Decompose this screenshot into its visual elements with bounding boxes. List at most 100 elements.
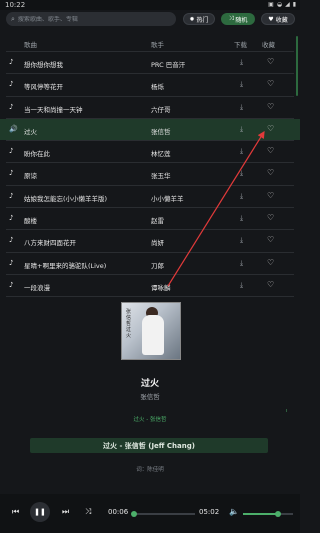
download-icon[interactable]: ⤓ bbox=[240, 236, 243, 245]
song-row[interactable]: ♪ 姑娘我怎能忘(小小懒羊羊版) 小小懒羊羊 ⤓ ♡ bbox=[0, 186, 300, 207]
download-icon[interactable]: ⤓ bbox=[240, 147, 243, 156]
fire-icon: ✹ bbox=[189, 15, 195, 23]
duration: 05:02 bbox=[199, 508, 220, 516]
song-title: 原谅 bbox=[24, 172, 37, 181]
music-note-icon: ♪ bbox=[9, 58, 14, 66]
filter-favorite-label: 收藏 bbox=[275, 16, 288, 24]
favorite-heart-icon[interactable]: ♡ bbox=[267, 258, 274, 267]
song-artist: 赵雷 bbox=[151, 217, 164, 226]
side-dot: ı bbox=[286, 408, 288, 414]
music-note-icon: ♪ bbox=[9, 169, 14, 178]
filter-hot-label: 热门 bbox=[196, 16, 209, 24]
filter-random-button[interactable]: ⤨ 随机 bbox=[221, 13, 255, 25]
speaker-icon: 🔊 bbox=[9, 124, 18, 133]
music-note-icon: ♪ bbox=[9, 102, 14, 111]
song-artist: 张信哲 bbox=[151, 127, 171, 136]
song-artist: PRC 巴音汗 bbox=[151, 61, 186, 69]
battery-icon: ▮ bbox=[292, 1, 296, 8]
favorite-heart-icon[interactable]: ♡ bbox=[267, 124, 274, 133]
song-artist: 小小懒羊羊 bbox=[151, 194, 184, 203]
favorite-heart-icon[interactable]: ♡ bbox=[267, 235, 274, 244]
download-icon[interactable]: ⤓ bbox=[240, 169, 243, 178]
music-note-icon: ♪ bbox=[9, 191, 14, 200]
now-playing-meta: 过火 - 张信哲 bbox=[133, 417, 167, 423]
download-icon[interactable]: ⤓ bbox=[240, 214, 243, 223]
music-note-icon: ♪ bbox=[9, 280, 14, 289]
favorite-heart-icon[interactable]: ♡ bbox=[267, 168, 274, 177]
header-title: 歌曲 bbox=[24, 41, 37, 49]
previous-icon[interactable]: ⏮ bbox=[12, 507, 19, 517]
song-title: 姑娘我怎能忘(小小懒羊羊版) bbox=[24, 194, 108, 203]
music-note-icon: ♪ bbox=[9, 258, 14, 267]
song-row[interactable]: ♪ 八方来财四面花开 尚妍 ⤓ ♡ bbox=[0, 230, 300, 251]
current-time: 00:06 bbox=[108, 508, 129, 516]
song-row[interactable]: ♪ 原谅 张玉华 ⤓ ♡ bbox=[0, 163, 300, 184]
album-cover: 张信哲 过火 bbox=[121, 302, 181, 360]
song-row[interactable]: ♪ 盼你在此 林忆莲 ⤓ ♡ bbox=[0, 141, 300, 162]
song-artist: 张玉华 bbox=[151, 172, 171, 181]
volume-knob[interactable] bbox=[275, 511, 281, 517]
next-icon[interactable]: ⏭ bbox=[62, 507, 69, 517]
signal-icon: ◢ bbox=[285, 1, 290, 8]
download-icon[interactable]: ⤓ bbox=[240, 103, 243, 112]
search-box[interactable]: ⌕ bbox=[6, 12, 176, 26]
song-row[interactable]: ♪ 一段浪漫 谭咏麟 ⤓ ♡ bbox=[0, 275, 300, 296]
song-artist: 林忆莲 bbox=[151, 150, 171, 159]
download-icon[interactable]: ⤓ bbox=[240, 80, 243, 89]
song-title: 当一天和尚撞一天钟 bbox=[24, 105, 83, 114]
current-lyric: 过火 - 张信哲 (Jeff Chang) bbox=[30, 438, 268, 453]
music-note-icon: ♪ bbox=[9, 147, 14, 156]
progress-slider[interactable] bbox=[131, 511, 195, 517]
favorite-heart-icon[interactable]: ♡ bbox=[267, 191, 274, 200]
favorite-heart-icon[interactable]: ♡ bbox=[267, 146, 274, 155]
download-icon[interactable]: ⤓ bbox=[240, 125, 243, 134]
download-icon[interactable]: ⤓ bbox=[240, 259, 243, 268]
row-divider bbox=[6, 296, 294, 298]
search-input[interactable] bbox=[17, 15, 168, 23]
pause-icon: ❚❚ bbox=[34, 508, 46, 516]
header-artist: 歌手 bbox=[151, 41, 164, 49]
cover-text: 张信哲 过火 bbox=[126, 309, 132, 339]
song-title: 八方来财四面花开 bbox=[24, 239, 76, 248]
favorite-heart-icon[interactable]: ♡ bbox=[267, 213, 274, 222]
song-title: 酸楼 bbox=[24, 217, 37, 226]
top-bar: ⌕ ✹ 热门 ⤨ 随机 ♥ 收藏 bbox=[0, 10, 300, 28]
download-icon[interactable]: ⤓ bbox=[240, 58, 243, 67]
favorite-heart-icon[interactable]: ♡ bbox=[267, 57, 274, 66]
song-row[interactable]: ♪ 当一天和尚撞一天钟 六仔哥 ⤓ ♡ bbox=[0, 97, 300, 118]
song-artist: 六仔哥 bbox=[151, 105, 171, 114]
song-title: 一段浪漫 bbox=[24, 283, 50, 292]
player-bar: ⏮ ❚❚ ⏭ ⤨ 00:06 05:02 🔈 bbox=[0, 494, 300, 533]
song-row[interactable]: 🔊 过火 张信哲 ⤓ ♡ bbox=[0, 118, 300, 141]
search-icon: ⌕ bbox=[11, 14, 15, 23]
favorite-heart-icon[interactable]: ♡ bbox=[267, 280, 274, 289]
status-icons: ▣ ◒ ◢ ▮ bbox=[268, 1, 296, 8]
song-row[interactable]: ♪ 想你想你想我 PRC 巴音汗 ⤓ ♡ bbox=[0, 52, 300, 73]
song-row[interactable]: ♪ 星晴+啊里来的骆驼队(Live) 刀郎 ⤓ ♡ bbox=[0, 253, 300, 274]
filter-hot-button[interactable]: ✹ 热门 bbox=[183, 13, 215, 25]
song-row[interactable]: ♪ 等风停等花开 杨烁 ⤓ ♡ bbox=[0, 74, 300, 95]
volume-slider[interactable] bbox=[243, 511, 293, 517]
song-row[interactable]: ♪ 酸楼 赵雷 ⤓ ♡ bbox=[0, 208, 300, 229]
filter-favorite-button[interactable]: ♥ 收藏 bbox=[261, 13, 295, 25]
volume-fill bbox=[243, 513, 278, 515]
status-bar: 10:22 ▣ ◒ ◢ ▮ bbox=[0, 0, 300, 10]
now-playing-artist: 张信哲 bbox=[140, 393, 160, 401]
favorite-heart-icon[interactable]: ♡ bbox=[267, 79, 274, 88]
pause-button[interactable]: ❚❚ bbox=[30, 502, 50, 522]
song-artist: 杨烁 bbox=[151, 83, 164, 92]
song-title: 过火 bbox=[24, 127, 37, 136]
favorite-heart-icon[interactable]: ♡ bbox=[267, 102, 274, 111]
download-icon[interactable]: ⤓ bbox=[240, 281, 243, 290]
song-artist: 刀郎 bbox=[151, 261, 164, 270]
song-title: 盼你在此 bbox=[24, 150, 50, 159]
next-lyric: 词：陈佳明 bbox=[136, 467, 164, 473]
header-favorite: 收藏 bbox=[262, 41, 275, 49]
progress-knob[interactable] bbox=[131, 511, 138, 517]
table-header: 歌曲 歌手 下载 收藏 bbox=[0, 36, 300, 50]
shuffle-mode-icon[interactable]: ⤨ bbox=[85, 507, 91, 517]
download-icon[interactable]: ⤓ bbox=[240, 192, 243, 201]
volume-icon[interactable]: 🔈 bbox=[229, 507, 239, 516]
music-note-icon: ♪ bbox=[9, 214, 14, 223]
now-playing-title: 过火 bbox=[140, 379, 159, 389]
